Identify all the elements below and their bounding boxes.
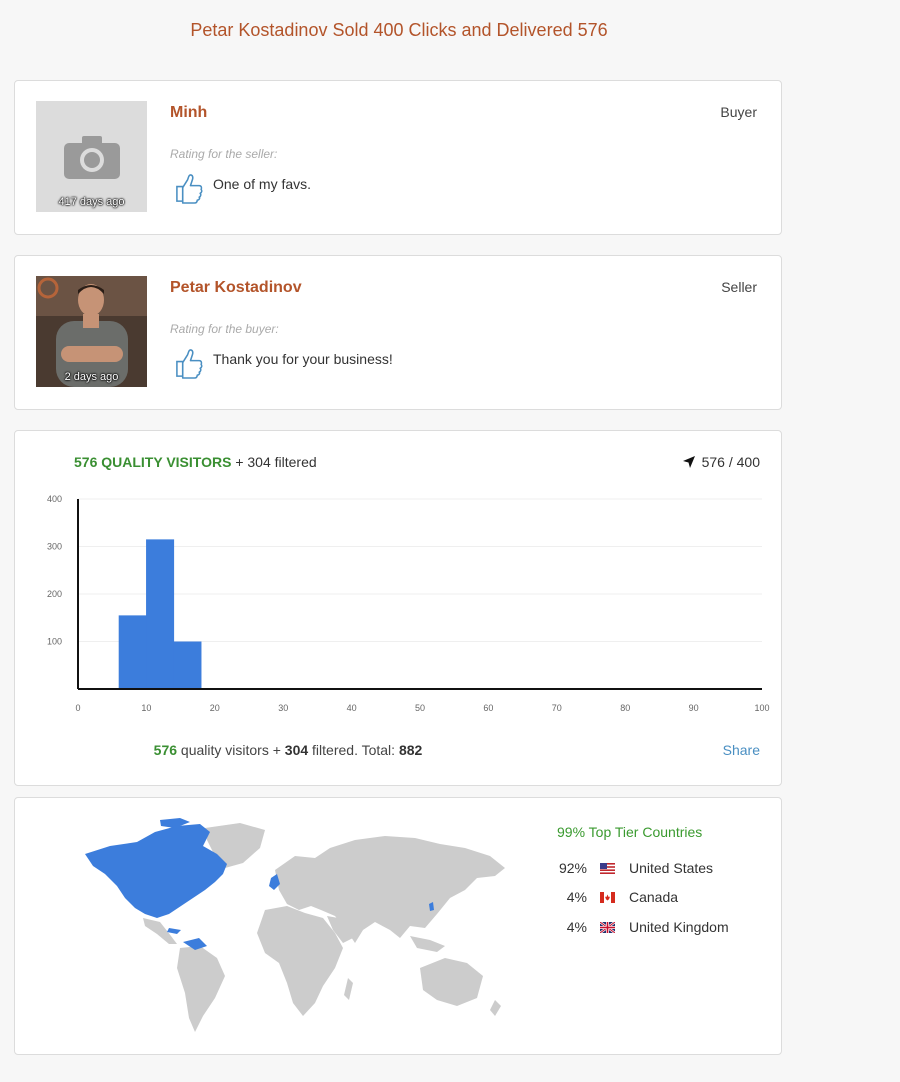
x-tick-label: 0	[75, 703, 80, 713]
x-tick-label: 70	[552, 703, 562, 713]
country-row-uk: 4% United Kingdom	[545, 919, 775, 939]
review-comment: One of my favs.	[213, 176, 312, 192]
country-percent: 4%	[566, 919, 587, 935]
map-north-america	[85, 824, 227, 918]
thumbs-up-icon	[176, 349, 203, 379]
country-row-ca: 4% Canada	[545, 889, 775, 909]
map-australia	[420, 958, 483, 1006]
x-tick-label: 90	[689, 703, 699, 713]
reviewer-name[interactable]: Minh	[170, 104, 207, 122]
reviewer-role: Seller	[721, 279, 757, 295]
traffic-card: 576 QUALITY VISITORS + 304 filtered 576 …	[14, 430, 782, 786]
reviewer-name[interactable]: Petar Kostadinov	[170, 279, 302, 297]
country-percent: 4%	[566, 889, 587, 905]
x-tick-label: 30	[278, 703, 288, 713]
uk-flag-icon	[600, 922, 615, 933]
x-tick-label: 10	[141, 703, 151, 713]
rating-label: Rating for the buyer:	[170, 322, 279, 336]
x-tick-label: 60	[483, 703, 493, 713]
country-name: Canada	[629, 889, 679, 905]
x-tick-label: 40	[347, 703, 357, 713]
map-madagascar	[344, 978, 353, 1000]
avatar: 2 days ago	[36, 276, 147, 387]
x-tick-label: 80	[620, 703, 630, 713]
us-flag-icon	[600, 863, 615, 874]
reviewer-role: Buyer	[720, 104, 757, 120]
world-map	[85, 818, 505, 1032]
y-tick-label: 200	[47, 589, 62, 599]
country-row-us: 92% United States	[545, 860, 775, 880]
y-tick-label: 100	[47, 637, 62, 647]
summary-quality: 576	[153, 742, 178, 758]
bar-0	[118, 615, 147, 689]
x-tick-label: 50	[415, 703, 425, 713]
bar-2	[173, 641, 202, 689]
review-age: 417 days ago	[58, 196, 125, 208]
share-link[interactable]: Share	[723, 742, 760, 758]
review-age: 2 days ago	[64, 371, 119, 383]
geo-card: 99% Top Tier Countries 92% United States…	[14, 797, 782, 1055]
summary-filtered-text: filtered. Total:	[312, 742, 396, 758]
page-title: Petar Kostadinov Sold 400 Clicks and Del…	[190, 20, 608, 40]
map-south-america	[177, 946, 225, 1032]
map-caribbean	[167, 928, 181, 934]
avatar: 417 days ago	[36, 101, 147, 212]
map-se-asia	[410, 936, 445, 952]
y-tick-label: 400	[47, 494, 62, 504]
country-percent: 92%	[558, 860, 587, 876]
summary-filtered: 304	[284, 742, 309, 758]
bar-1	[146, 539, 175, 689]
ca-flag-icon	[600, 892, 615, 903]
country-name: United Kingdom	[629, 919, 729, 935]
country-name: United States	[629, 860, 714, 876]
traffic-summary: 576 quality visitors + 304 filtered. Tot…	[15, 742, 561, 758]
top-tier-title: 99% Top Tier Countries	[557, 824, 703, 840]
review-card-buyer: 417 days ago Minh Buyer Rating for the s…	[14, 80, 782, 235]
summary-quality-text: quality visitors +	[180, 742, 281, 758]
map-new-zealand	[490, 1000, 501, 1016]
rating-label: Rating for the seller:	[170, 147, 278, 161]
summary-total: 882	[398, 742, 423, 758]
review-comment: Thank you for your business!	[213, 351, 393, 367]
x-tick-label: 20	[210, 703, 220, 713]
review-card-seller: 2 days ago Petar Kostadinov Seller Ratin…	[14, 255, 782, 410]
x-tick-label: 100	[754, 703, 769, 713]
visitors-chart: 100 200 300 400 0 10 20 30 40 50 60 70 80 90 100	[47, 494, 770, 713]
y-tick-label: 300	[47, 542, 62, 552]
thumbs-up-icon	[176, 174, 203, 204]
